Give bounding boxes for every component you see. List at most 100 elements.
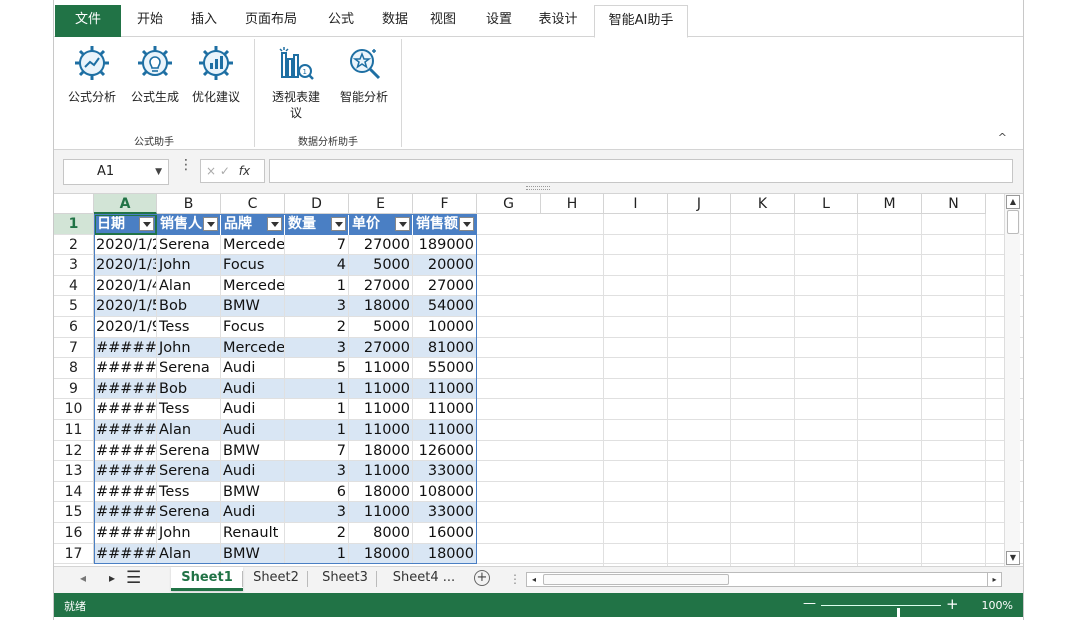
- zoom-percent[interactable]: 100%: [982, 599, 1013, 612]
- table-cell[interactable]: Serena: [157, 461, 221, 482]
- table-cell[interactable]: #######: [94, 399, 157, 420]
- column-header[interactable]: G: [477, 194, 541, 214]
- table-cell[interactable]: 55000: [413, 358, 477, 379]
- table-cell[interactable]: #######: [94, 502, 157, 523]
- table-cell[interactable]: 54000: [413, 296, 477, 317]
- table-cell[interactable]: 108000: [413, 481, 477, 503]
- table-cell[interactable]: #######: [94, 523, 157, 544]
- table-cell[interactable]: Serena: [157, 502, 221, 523]
- column-header[interactable]: B: [157, 194, 221, 214]
- table-cell[interactable]: 2020/1/2: [94, 234, 157, 256]
- add-sheet-icon[interactable]: +: [474, 570, 490, 586]
- table-cell[interactable]: 1: [285, 275, 349, 297]
- row-header[interactable]: 9: [54, 378, 94, 400]
- table-cell[interactable]: 11000: [349, 399, 413, 420]
- row-header[interactable]: 12: [54, 440, 94, 462]
- table-cell[interactable]: 27000: [413, 275, 477, 297]
- filter-dropdown-icon[interactable]: [459, 217, 474, 231]
- table-header-cell[interactable]: 日期: [94, 214, 157, 235]
- row-header[interactable]: 15: [54, 502, 94, 523]
- ribbon-tab[interactable]: 智能AI助手: [594, 5, 688, 38]
- filter-dropdown-icon[interactable]: [395, 217, 410, 231]
- table-cell[interactable]: 5000: [349, 317, 413, 338]
- sheet-tab[interactable]: Sheet3: [313, 567, 377, 591]
- row-header[interactable]: 2: [54, 234, 94, 256]
- table-cell[interactable]: 33000: [413, 461, 477, 482]
- table-cell[interactable]: 11000: [413, 399, 477, 420]
- resize-grip-icon[interactable]: [526, 186, 550, 190]
- row-header[interactable]: 5: [54, 296, 94, 317]
- name-box[interactable]: A1 ▼: [63, 159, 169, 185]
- formula-input[interactable]: [269, 159, 1013, 183]
- table-cell[interactable]: Serena: [157, 234, 221, 256]
- table-header-cell[interactable]: 数量: [285, 214, 349, 235]
- table-cell[interactable]: 6: [285, 481, 349, 503]
- table-cell[interactable]: Mercedes: [221, 337, 285, 359]
- table-cell[interactable]: #######: [94, 461, 157, 482]
- scroll-left-icon[interactable]: ◂: [527, 573, 541, 586]
- filter-dropdown-icon[interactable]: [267, 217, 282, 231]
- horizontal-scrollbar[interactable]: ◂ ▸: [526, 572, 1002, 587]
- ribbon-tab[interactable]: 插入: [176, 5, 232, 37]
- scroll-down-icon[interactable]: ▼: [1006, 551, 1020, 565]
- smart-analysis-button[interactable]: 智能分析: [336, 43, 392, 105]
- chevron-down-icon[interactable]: ▼: [155, 160, 162, 184]
- table-cell[interactable]: BMW: [221, 296, 285, 317]
- table-cell[interactable]: 1: [285, 543, 349, 565]
- table-cell[interactable]: 33000: [413, 502, 477, 523]
- ribbon-tab[interactable]: 数据: [372, 5, 418, 37]
- table-cell[interactable]: 7: [285, 234, 349, 256]
- ribbon-tab[interactable]: 开始: [124, 5, 176, 37]
- table-cell[interactable]: 11000: [413, 420, 477, 441]
- row-header[interactable]: 13: [54, 461, 94, 482]
- column-header[interactable]: F: [413, 194, 477, 214]
- table-cell[interactable]: Tess: [157, 399, 221, 420]
- table-cell[interactable]: 16000: [413, 523, 477, 544]
- table-cell[interactable]: 11000: [349, 461, 413, 482]
- table-cell[interactable]: #######: [94, 337, 157, 359]
- ribbon-tab[interactable]: 表设计: [524, 5, 592, 37]
- table-cell[interactable]: John: [157, 523, 221, 544]
- cancel-icon[interactable]: ×: [206, 164, 216, 178]
- table-cell[interactable]: 2020/1/4: [94, 275, 157, 297]
- table-cell[interactable]: Alan: [157, 275, 221, 297]
- filter-dropdown-icon[interactable]: [139, 217, 154, 231]
- prev-sheet-icon[interactable]: ◂: [80, 571, 86, 585]
- table-cell[interactable]: #######: [94, 378, 157, 400]
- table-cell[interactable]: 18000: [413, 543, 477, 565]
- table-cell[interactable]: Focus: [221, 255, 285, 276]
- table-cell[interactable]: 27000: [349, 234, 413, 256]
- column-header[interactable]: A: [94, 194, 157, 214]
- table-cell[interactable]: 2020/1/9: [94, 317, 157, 338]
- filter-dropdown-icon[interactable]: [203, 217, 218, 231]
- column-header[interactable]: N: [922, 194, 986, 214]
- column-header[interactable]: M: [858, 194, 922, 214]
- table-cell[interactable]: 126000: [413, 440, 477, 462]
- row-header[interactable]: 7: [54, 337, 94, 359]
- table-cell[interactable]: Audi: [221, 420, 285, 441]
- table-cell[interactable]: 27000: [349, 275, 413, 297]
- worksheet-grid[interactable]: A B C D E F G H I J K L M N 1 2 3 4 5 6 7 8 9 10 11 12 13 14 15 16 17 日…: [54, 194, 1023, 566]
- table-cell[interactable]: 8000: [349, 523, 413, 544]
- table-cell[interactable]: BMW: [221, 440, 285, 462]
- table-cell[interactable]: 18000: [349, 440, 413, 462]
- more-options-icon[interactable]: ⋮: [179, 158, 193, 172]
- row-header[interactable]: 6: [54, 317, 94, 338]
- table-cell[interactable]: 3: [285, 337, 349, 359]
- next-sheet-icon[interactable]: ▸: [109, 571, 115, 585]
- pivot-suggest-button[interactable]: 1 透视表建议: [268, 43, 324, 121]
- formula-generate-button[interactable]: 公式生成: [127, 43, 183, 105]
- ribbon-tab[interactable]: 设置: [473, 5, 525, 37]
- table-cell[interactable]: 2: [285, 317, 349, 338]
- sheet-list-icon[interactable]: ☰: [126, 568, 141, 588]
- table-cell[interactable]: 10000: [413, 317, 477, 338]
- table-cell[interactable]: 5000: [349, 255, 413, 276]
- table-cell[interactable]: 3: [285, 502, 349, 523]
- column-header[interactable]: D: [285, 194, 349, 214]
- table-cell[interactable]: 11000: [349, 420, 413, 441]
- zoom-slider-knob[interactable]: [897, 608, 900, 618]
- table-cell[interactable]: 2020/1/5: [94, 296, 157, 317]
- table-cell[interactable]: 3: [285, 461, 349, 482]
- sheet-tab[interactable]: Sheet4 ...: [383, 567, 465, 591]
- table-cell[interactable]: Focus: [221, 317, 285, 338]
